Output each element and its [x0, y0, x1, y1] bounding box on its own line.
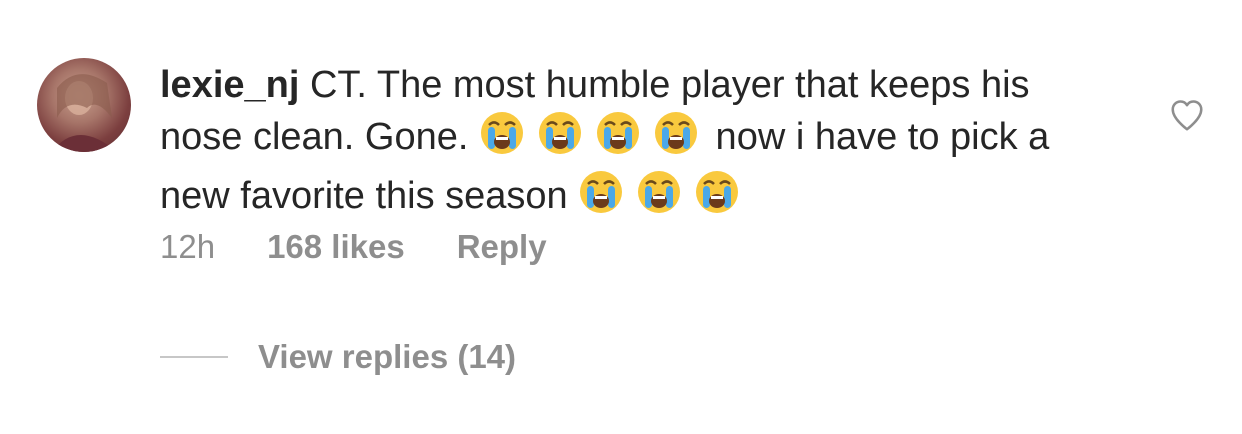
- timestamp: 12h: [160, 228, 216, 265]
- view-replies[interactable]: View replies (14): [160, 338, 516, 376]
- comment-meta: 12h 168 likes Reply: [160, 228, 547, 266]
- reply-button[interactable]: Reply: [457, 228, 547, 266]
- loudly-crying-face-icon: [479, 110, 525, 169]
- loudly-crying-face-icon: [537, 110, 583, 169]
- heart-icon[interactable]: [1168, 96, 1206, 134]
- divider-line: [160, 356, 228, 358]
- avatar[interactable]: [37, 58, 131, 152]
- emoji-group-1: [479, 112, 705, 158]
- loudly-crying-face-icon: [636, 169, 682, 228]
- loudly-crying-face-icon: [595, 110, 641, 169]
- comment-text: lexie_nj CT. The most humble player that…: [160, 60, 1060, 228]
- username-link[interactable]: lexie_nj: [160, 64, 299, 106]
- likes-count-link[interactable]: 168 likes: [267, 228, 405, 266]
- view-replies-button[interactable]: View replies (14): [258, 338, 516, 376]
- loudly-crying-face-icon: [694, 169, 740, 228]
- loudly-crying-face-icon: [653, 110, 699, 169]
- loudly-crying-face-icon: [578, 169, 624, 228]
- emoji-group-2: [578, 171, 746, 217]
